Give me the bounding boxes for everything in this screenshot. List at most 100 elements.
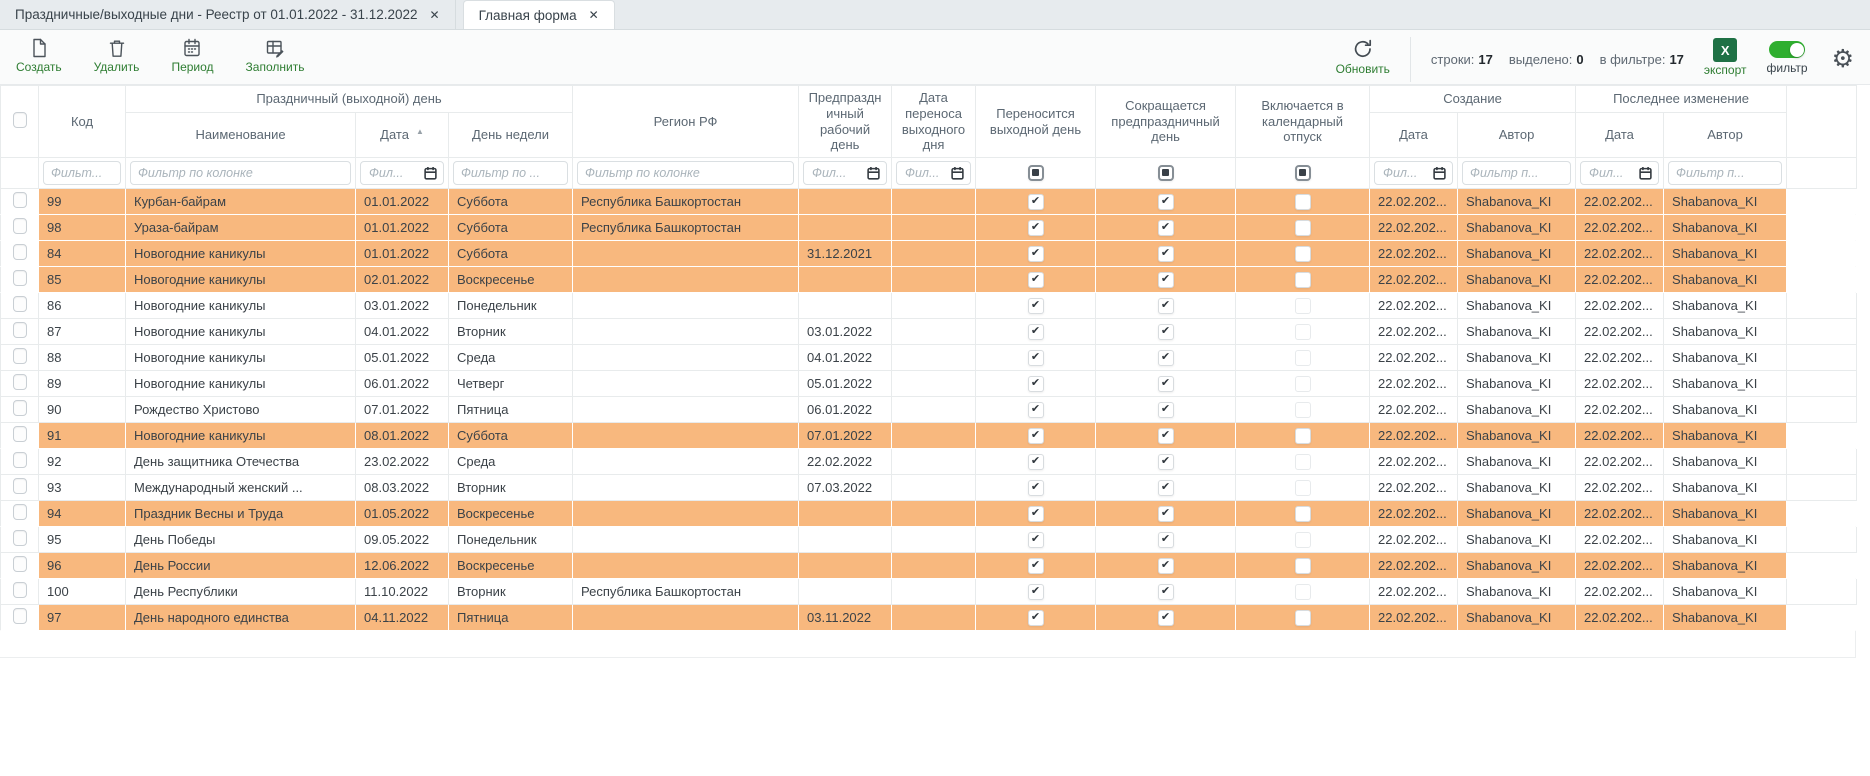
table-row[interactable]: 88 Новогодние каникулы 05.01.2022 Среда … (1, 345, 1857, 371)
vacation-checkbox[interactable] (1295, 272, 1311, 288)
row-select-checkbox[interactable] (13, 556, 27, 572)
fill-button[interactable]: Заполнить (246, 35, 305, 84)
row-select-checkbox[interactable] (13, 348, 27, 364)
row-select-checkbox[interactable] (13, 244, 27, 260)
moves-checkbox[interactable] (1028, 324, 1044, 340)
row-select-checkbox[interactable] (13, 530, 27, 546)
preholiday-filter-input[interactable] (810, 163, 863, 183)
name-filter-input[interactable] (130, 161, 351, 185)
vacation-checkbox[interactable] (1295, 246, 1311, 262)
moves-checkbox[interactable] (1028, 454, 1044, 470)
shortens-checkbox[interactable] (1158, 480, 1174, 496)
select-all-checkbox[interactable] (13, 112, 27, 128)
col-header-name[interactable]: Наименование (126, 113, 356, 158)
create-button[interactable]: Создать (16, 35, 62, 84)
changed-author-filter-input[interactable] (1668, 161, 1782, 185)
row-select-checkbox[interactable] (13, 478, 27, 494)
changed-date-filter-input[interactable] (1587, 163, 1635, 183)
close-icon[interactable]: ✕ (589, 8, 599, 22)
table-row[interactable]: 94 Праздник Весны и Труда 01.05.2022 Вос… (1, 501, 1857, 527)
moves-checkbox[interactable] (1028, 480, 1044, 496)
shortens-checkbox[interactable] (1158, 194, 1174, 210)
col-header-shortens[interactable]: Сокращается предпраздничный день (1096, 86, 1236, 158)
vacation-checkbox[interactable] (1295, 454, 1311, 470)
table-row[interactable]: 93 Международный женский ... 08.03.2022 … (1, 475, 1857, 501)
vacation-checkbox[interactable] (1295, 480, 1311, 496)
table-row[interactable]: 86 Новогодние каникулы 03.01.2022 Понеде… (1, 293, 1857, 319)
moves-checkbox[interactable] (1028, 220, 1044, 236)
col-header-created-date[interactable]: Дата (1370, 113, 1458, 158)
export-excel-button[interactable]: X экспорт (1704, 35, 1747, 84)
calendar-icon[interactable] (951, 166, 964, 180)
period-button[interactable]: Период (171, 35, 213, 84)
row-select-checkbox[interactable] (13, 218, 27, 234)
shortens-checkbox[interactable] (1158, 220, 1174, 236)
table-row[interactable]: 92 День защитника Отечества 23.02.2022 С… (1, 449, 1857, 475)
calendar-icon[interactable] (1639, 166, 1652, 180)
vacation-checkbox[interactable] (1295, 610, 1311, 626)
moves-checkbox[interactable] (1028, 298, 1044, 314)
weekday-filter-input[interactable] (453, 161, 568, 185)
col-header-date[interactable]: Дата▲ (356, 113, 449, 158)
shortens-checkbox[interactable] (1158, 532, 1174, 548)
row-select-checkbox[interactable] (13, 452, 27, 468)
col-header-region[interactable]: Регион РФ (573, 86, 799, 158)
vacation-checkbox[interactable] (1295, 584, 1311, 600)
moves-checkbox[interactable] (1028, 402, 1044, 418)
table-row[interactable]: 100 День Республики 11.10.2022 Вторник Р… (1, 579, 1857, 605)
col-header-vacation[interactable]: Включается в календарный отпуск (1236, 86, 1370, 158)
table-row[interactable]: 98 Ураза-байрам 01.01.2022 Суббота Респу… (1, 215, 1857, 241)
moves-checkbox[interactable] (1028, 246, 1044, 262)
vacation-checkbox[interactable] (1295, 532, 1311, 548)
col-header-transfer-date[interactable]: Дата переноса выходного дня (892, 86, 976, 158)
table-row[interactable]: 85 Новогодние каникулы 02.01.2022 Воскре… (1, 267, 1857, 293)
calendar-icon[interactable] (1433, 166, 1446, 180)
table-row[interactable]: 99 Курбан-байрам 01.01.2022 Суббота Респ… (1, 189, 1857, 215)
close-icon[interactable]: ✕ (430, 8, 440, 22)
table-row[interactable]: 90 Рождество Христово 07.01.2022 Пятница… (1, 397, 1857, 423)
shortens-checkbox[interactable] (1158, 324, 1174, 340)
moves-checkbox[interactable] (1028, 376, 1044, 392)
row-select-checkbox[interactable] (13, 374, 27, 390)
tab-holidays-registry[interactable]: Праздничные/выходные дни - Реестр от 01.… (0, 0, 456, 29)
vacation-checkbox[interactable] (1295, 324, 1311, 340)
row-select-checkbox[interactable] (13, 608, 27, 624)
moves-checkbox[interactable] (1028, 558, 1044, 574)
row-select-checkbox[interactable] (13, 192, 27, 208)
shortens-checkbox[interactable] (1158, 350, 1174, 366)
shortens-checkbox[interactable] (1158, 558, 1174, 574)
shortens-checkbox[interactable] (1158, 428, 1174, 444)
vacation-checkbox[interactable] (1295, 220, 1311, 236)
shortens-checkbox[interactable] (1158, 610, 1174, 626)
table-row[interactable]: 91 Новогодние каникулы 08.01.2022 Суббот… (1, 423, 1857, 449)
moves-checkbox[interactable] (1028, 532, 1044, 548)
vacation-checkbox[interactable] (1295, 350, 1311, 366)
col-header-code[interactable]: Код (39, 86, 126, 158)
table-row[interactable]: 84 Новогодние каникулы 01.01.2022 Суббот… (1, 241, 1857, 267)
row-select-checkbox[interactable] (13, 322, 27, 338)
date-filter-input[interactable] (367, 163, 420, 183)
row-select-checkbox[interactable] (13, 582, 27, 598)
row-select-checkbox[interactable] (13, 400, 27, 416)
vacation-checkbox[interactable] (1295, 194, 1311, 210)
vacation-checkbox[interactable] (1295, 298, 1311, 314)
shortens-checkbox[interactable] (1158, 272, 1174, 288)
col-header-created-author[interactable]: Автор (1458, 113, 1576, 158)
moves-checkbox[interactable] (1028, 272, 1044, 288)
transfer-date-filter-input[interactable] (903, 163, 947, 183)
moves-checkbox[interactable] (1028, 584, 1044, 600)
gear-icon[interactable]: ⚙ (1832, 47, 1854, 72)
moves-checkbox[interactable] (1028, 194, 1044, 210)
table-row[interactable]: 95 День Победы 09.05.2022 Понедельник 22… (1, 527, 1857, 553)
vacation-checkbox[interactable] (1295, 428, 1311, 444)
table-row[interactable]: 96 День России 12.06.2022 Воскресенье 22… (1, 553, 1857, 579)
col-header-moves[interactable]: Переносится выходной день (976, 86, 1096, 158)
table-row[interactable]: 97 День народного единства 04.11.2022 Пя… (1, 605, 1857, 631)
vacation-checkbox[interactable] (1295, 506, 1311, 522)
table-row[interactable]: 89 Новогодние каникулы 06.01.2022 Четвер… (1, 371, 1857, 397)
col-header-weekday[interactable]: День недели (449, 113, 573, 158)
moves-checkbox[interactable] (1028, 350, 1044, 366)
vacation-checkbox[interactable] (1295, 376, 1311, 392)
row-select-checkbox[interactable] (13, 504, 27, 520)
refresh-button[interactable]: Обновить (1336, 35, 1390, 84)
